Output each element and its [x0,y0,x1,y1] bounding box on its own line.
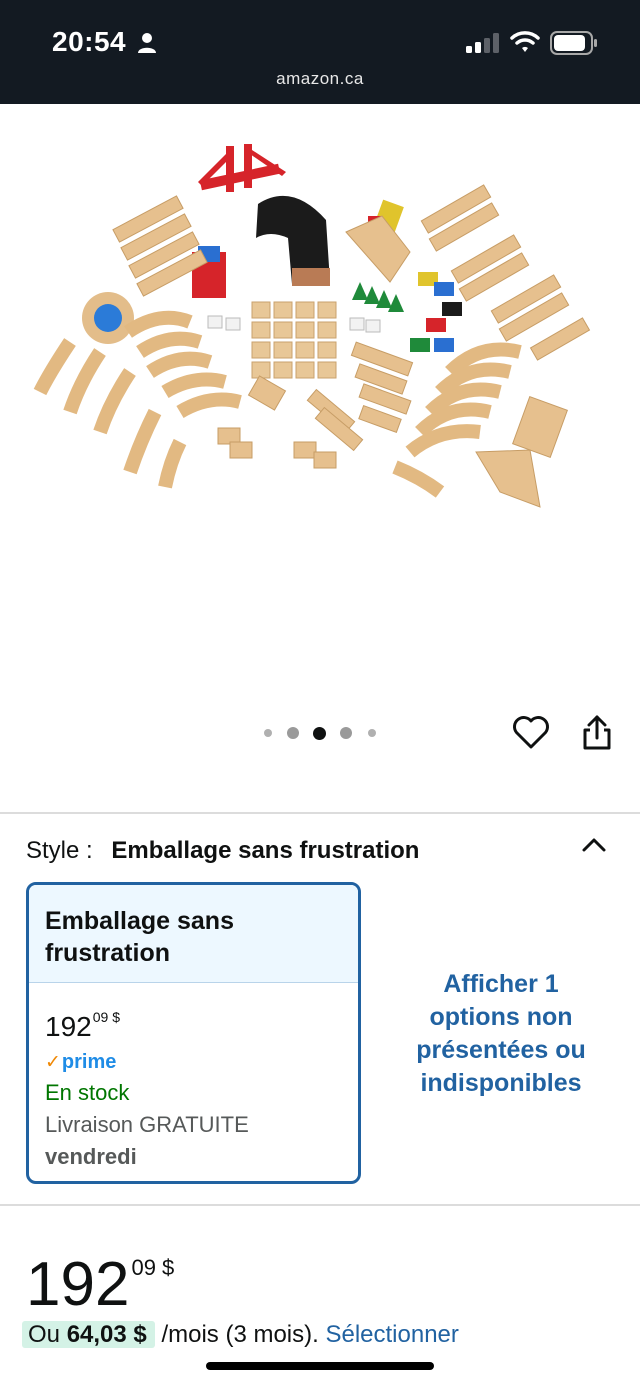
url-bar[interactable]: amazon.ca [0,69,640,89]
delivery-info: Livraison GRATUITE [45,1112,249,1137]
pager-dot[interactable] [340,727,352,739]
installment-offer: Ou 64,03 $ /mois (3 mois). Sélectionner [22,1318,459,1352]
signal-icon [466,33,499,53]
price-fraction: 09 [131,1255,156,1280]
status-bar: 20:54 amazon.ca [0,0,640,104]
style-selector-header[interactable]: Style : Emballage sans frustration [26,837,419,865]
style-label: Style : [26,837,93,864]
installment-terms: /mois (3 mois). [161,1321,319,1348]
pager-dot-active[interactable] [313,727,326,740]
option-price: 19209 $ [45,999,342,1045]
option-price-fraction: 09 [92,1009,109,1025]
wifi-icon [510,31,540,52]
delivery-day: vendredi [45,1144,137,1169]
heart-icon[interactable] [512,714,550,750]
option-price-whole: 192 [45,1011,92,1042]
style-selected-value: Emballage sans frustration [111,837,420,864]
prime-badge: ✓ prime [45,1051,342,1074]
option-price-currency: $ [112,1009,120,1025]
battery-icon [550,31,597,55]
home-indicator[interactable] [206,1362,434,1370]
pager-dot[interactable] [264,729,272,737]
person-icon [138,33,156,53]
price-currency: $ [161,1255,175,1280]
product-image[interactable] [30,142,615,522]
share-icon[interactable] [580,714,614,752]
stock-status: En stock [45,1080,130,1105]
installment-select-link[interactable]: Sélectionner [325,1321,458,1348]
show-more-options-link[interactable]: Afficher 1 options non présentées ou ind… [400,968,602,1100]
price-whole: 192 [26,1250,130,1319]
section-divider [0,1204,640,1206]
installment-prefix: Ou [28,1321,61,1348]
pager-dot[interactable] [368,729,376,737]
style-option-card-selected[interactable]: Emballage sans frustration 19209 $ ✓ prim… [26,882,361,1184]
section-divider [0,812,640,814]
prime-check-icon: ✓ [45,1052,61,1073]
installment-highlight: Ou 64,03 $ [22,1321,155,1348]
option-title: Emballage sans frustration [29,885,358,983]
pager-dot[interactable] [287,727,299,739]
prime-label: prime [61,1051,117,1073]
installment-amount: 64,03 $ [66,1321,147,1348]
chevron-up-icon[interactable] [580,834,608,856]
product-gallery[interactable] [0,104,640,704]
product-price: 19209 $ [26,1232,174,1321]
clock: 20:54 [52,26,127,57]
